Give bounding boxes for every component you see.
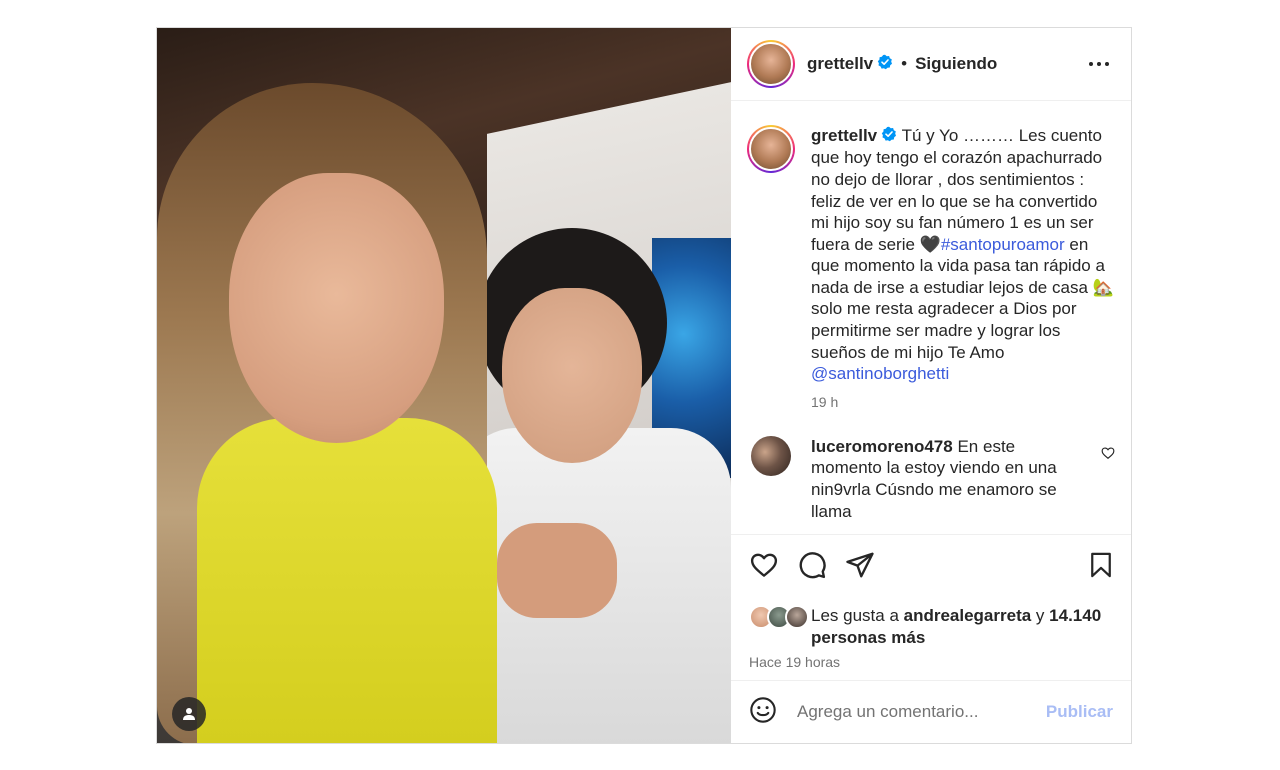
photo-hand xyxy=(497,523,617,618)
commenter-username[interactable]: luceromoreno478 xyxy=(811,437,953,456)
photo-boy-face xyxy=(502,288,642,463)
comment-input[interactable] xyxy=(797,702,1046,722)
likes-prefix: Les gusta a xyxy=(811,606,904,625)
comment-like-heart-icon[interactable] xyxy=(1101,446,1115,522)
heart-icon[interactable] xyxy=(749,550,779,585)
likes-connector: y xyxy=(1031,606,1050,625)
post-timestamp[interactable]: Hace 19 horas xyxy=(749,654,1115,670)
mention-link[interactable]: @santinoborghetti xyxy=(811,364,949,383)
liker-username[interactable]: andrealegarreta xyxy=(904,606,1032,625)
more-options-icon[interactable] xyxy=(1089,62,1109,66)
publish-button[interactable]: Publicar xyxy=(1046,702,1113,722)
following-button[interactable]: Siguiendo xyxy=(915,54,997,74)
comment-text: luceromoreno478 En este momento la estoy… xyxy=(811,436,1071,522)
share-icon[interactable] xyxy=(845,550,875,585)
post-header: grettellv • Siguiendo xyxy=(731,28,1131,101)
post-sidebar: grettellv • Siguiendo grettellv Tú y Yo … xyxy=(731,28,1131,743)
commenter-avatar[interactable] xyxy=(751,435,791,476)
liker-avatars xyxy=(749,605,811,629)
bookmark-icon[interactable] xyxy=(1087,550,1115,585)
add-comment-bar: Publicar xyxy=(731,680,1131,743)
header-separator: • xyxy=(901,54,908,73)
comments-section: grettellv Tú y Yo ……… Les cuento que hoy… xyxy=(731,101,1131,534)
action-icons xyxy=(749,549,1115,585)
verified-badge-icon xyxy=(881,126,897,148)
post-actions: Les gusta a andrealegarreta y 14.140 per… xyxy=(731,534,1131,680)
comment-item: luceromoreno478 En este momento la estoy… xyxy=(747,435,1115,522)
post-photo[interactable] xyxy=(157,28,731,743)
author-avatar[interactable] xyxy=(747,40,795,88)
photo-woman-face xyxy=(229,173,444,443)
caption-author-avatar[interactable] xyxy=(747,125,795,173)
likes-text: Les gusta a andrealegarreta y 14.140 per… xyxy=(811,605,1115,648)
author-username[interactable]: grettellv xyxy=(807,54,873,74)
caption-text: grettellv Tú y Yo ……… Les cuento que hoy… xyxy=(811,125,1115,385)
post-caption: grettellv Tú y Yo ……… Les cuento que hoy… xyxy=(747,125,1115,385)
user-tag-icon[interactable] xyxy=(172,697,206,731)
post-card: grettellv • Siguiendo grettellv Tú y Yo … xyxy=(156,27,1132,744)
hashtag-link[interactable]: #santopuroamor xyxy=(941,235,1065,254)
verified-badge-icon xyxy=(877,54,893,75)
caption-username[interactable]: grettellv xyxy=(811,126,877,145)
likes-summary: Les gusta a andrealegarreta y 14.140 per… xyxy=(749,605,1115,648)
emoji-icon[interactable] xyxy=(749,696,777,729)
comment-icon[interactable] xyxy=(797,550,827,585)
caption-timestamp[interactable]: 19 h xyxy=(811,394,1115,410)
photo-woman-sweater xyxy=(197,418,497,743)
